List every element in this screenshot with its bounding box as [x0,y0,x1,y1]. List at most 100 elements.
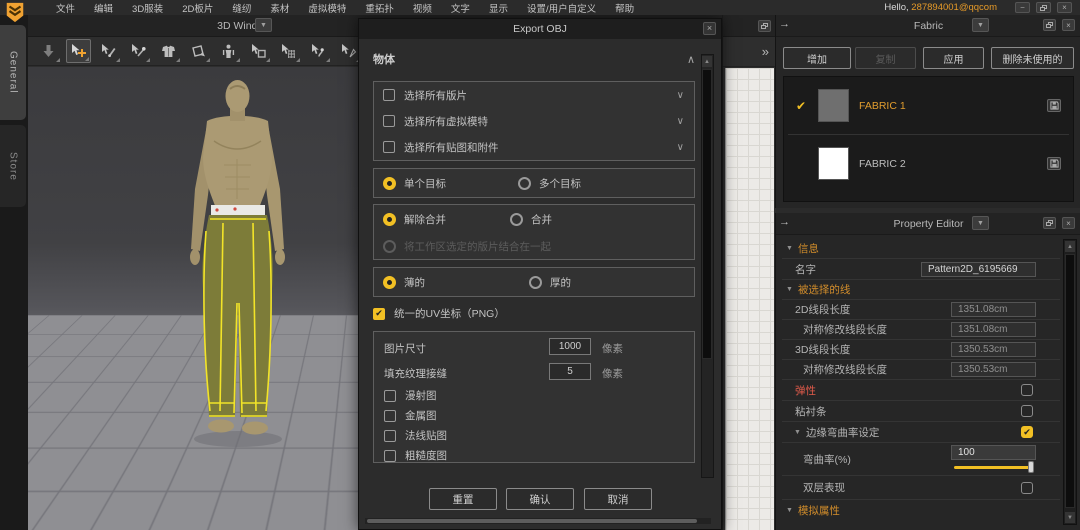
elastic-checkbox[interactable] [1021,384,1033,396]
chevron-down-icon[interactable]: ∨ [677,90,684,101]
curvature-slider-track[interactable] [954,466,1030,469]
select-all-avatars-row[interactable]: 选择所有虚拟模特 ∨ [374,108,694,134]
fabric-close-icon[interactable]: × [1062,19,1075,31]
tool-flatten-garment-icon[interactable] [186,39,211,63]
2d-pattern-canvas[interactable] [725,68,774,530]
seam-fill-input[interactable]: 5 [549,363,591,380]
select-all-textures-row[interactable]: 选择所有贴图和附件 ∨ [374,134,694,160]
confirm-button[interactable]: 确认 [506,488,574,510]
scroll-thumb[interactable] [1065,254,1075,508]
tool-fold-garment-icon[interactable] [156,39,181,63]
dialog-close-icon[interactable]: × [703,22,716,35]
double-layer-checkbox[interactable] [1021,481,1033,494]
checkbox-icon[interactable] [384,429,396,442]
collapse-triangle-icon[interactable]: ▼ [786,286,793,293]
fabric-name[interactable]: FABRIC 1 [859,100,906,112]
scroll-up-icon[interactable]: ▲ [1065,241,1075,252]
checkbox-icon[interactable] [384,409,396,422]
unified-uv-row[interactable]: ✔ 统一的UV坐标（PNG） [373,306,505,321]
name-input[interactable]: Pattern2D_6195669 [921,261,1036,277]
tool-avatar-display-icon[interactable] [216,39,241,63]
tool-select-move-icon[interactable] [66,39,91,63]
menu-edit[interactable]: 编辑 [94,1,113,15]
property-menu-dropdown[interactable]: ▼ [972,216,989,230]
diffuse-map-row[interactable]: 漫射图 [384,388,437,403]
2d-popout-icon[interactable] [758,19,771,32]
menu-3d-garment[interactable]: 3D服装 [132,1,163,15]
dialog-scrollbar[interactable]: ▲ [701,54,714,478]
tool-select-point-icon[interactable] [126,39,151,63]
restore-icon[interactable] [1036,2,1051,13]
fabric-apply-button[interactable]: 应用 [923,47,984,69]
3d-window-menu-dropdown[interactable]: ▼ [255,18,272,32]
tool-pin-icon[interactable] [306,39,331,63]
collapse-triangle-icon[interactable]: ▼ [794,429,801,436]
menu-text[interactable]: 文字 [451,1,470,15]
cancel-button[interactable]: 取消 [584,488,652,510]
menu-help[interactable]: 帮助 [615,1,634,15]
menu-2d-pattern[interactable]: 2D板片 [182,1,213,15]
menu-video[interactable]: 视频 [413,1,432,15]
tab-store[interactable]: Store [0,125,26,207]
save-fabric-icon[interactable] [1047,99,1061,112]
save-fabric-icon[interactable] [1047,157,1061,170]
fabric-swatch[interactable] [818,89,849,122]
binding-checkbox[interactable] [1021,405,1033,417]
scroll-down-icon[interactable]: ▼ [1065,512,1075,523]
select-all-patterns-row[interactable]: 选择所有版片 ∨ [374,82,694,108]
tool-simulate-icon[interactable] [36,39,61,63]
collapse-triangle-icon[interactable]: ▼ [786,245,793,252]
checkbox-icon[interactable] [384,449,396,462]
radio-single-target[interactable] [383,176,396,190]
tool-grid-icon[interactable] [276,39,301,63]
tool-select-mesh-brush-icon[interactable] [96,39,121,63]
section-info[interactable]: ▼ 信息 [782,239,1060,259]
fabric-delete-unused-button[interactable]: 删除未使用的 [991,47,1074,69]
metallic-map-row[interactable]: 金属图 [384,408,437,423]
radio-thin[interactable] [383,275,396,289]
section-selected-lines[interactable]: ▼ 被选择的线 [782,280,1060,300]
checkbox-icon[interactable] [383,141,395,153]
radio-multiple-target[interactable] [518,176,531,190]
scroll-thumb[interactable] [702,69,712,359]
fabric-list-item[interactable]: ✔ FABRIC 1 [784,77,1073,134]
section-simulation[interactable]: ▼ 模拟属性 [782,500,1060,520]
menu-file[interactable]: 文件 [56,1,75,15]
scroll-thumb[interactable] [367,519,697,523]
menu-settings[interactable]: 设置/用户自定义 [527,1,596,15]
radio-merge[interactable] [510,212,523,226]
dialog-hscrollbar[interactable] [365,518,711,524]
row-curvature-section[interactable]: ▼ 边缘弯曲率设定 ✔ [782,422,1060,443]
minimize-icon[interactable]: − [1015,2,1030,13]
fabric-list-item[interactable]: FABRIC 2 [784,135,1073,192]
property-close-icon[interactable]: × [1062,217,1075,229]
checkbox-checked-icon[interactable]: ✔ [373,307,385,320]
reset-button[interactable]: 重置 [429,488,497,510]
fabric-popout-icon[interactable] [1043,19,1056,31]
object-section-header[interactable]: 物体 ∧ [373,51,695,67]
curvature-input[interactable]: 100 [951,445,1036,460]
menu-material[interactable]: 素材 [270,1,289,15]
fabric-add-button[interactable]: 增加 [783,47,851,69]
fabric-swatch[interactable] [818,147,849,180]
normal-map-row[interactable]: 法线贴图 [384,428,447,443]
scroll-up-icon[interactable]: ▲ [702,56,712,67]
image-size-input[interactable]: 1000 [549,338,591,355]
tool-arrangement-points-icon[interactable] [246,39,271,63]
tab-general[interactable]: General [0,25,26,120]
property-popout-icon[interactable] [1043,217,1056,229]
checkbox-icon[interactable] [383,115,395,127]
roughness-map-row[interactable]: 粗糙度图 [384,448,447,462]
radio-unmerge[interactable] [383,212,396,226]
expand-toolbar-icon[interactable]: » [762,44,769,59]
collapse-triangle-icon[interactable]: ▼ [786,507,793,514]
fabric-menu-dropdown[interactable]: ▼ [972,18,989,32]
account-id[interactable]: 287894001@qqcom [911,2,997,13]
fabric-name[interactable]: FABRIC 2 [859,158,906,170]
menu-display[interactable]: 显示 [489,1,508,15]
menu-retopology[interactable]: 重拓扑 [365,1,394,15]
curvature-checkbox[interactable]: ✔ [1021,426,1033,438]
menu-sewing[interactable]: 缝纫 [232,1,251,15]
avatar-model[interactable] [150,77,325,455]
property-scrollbar[interactable]: ▲ ▼ [1063,239,1077,525]
